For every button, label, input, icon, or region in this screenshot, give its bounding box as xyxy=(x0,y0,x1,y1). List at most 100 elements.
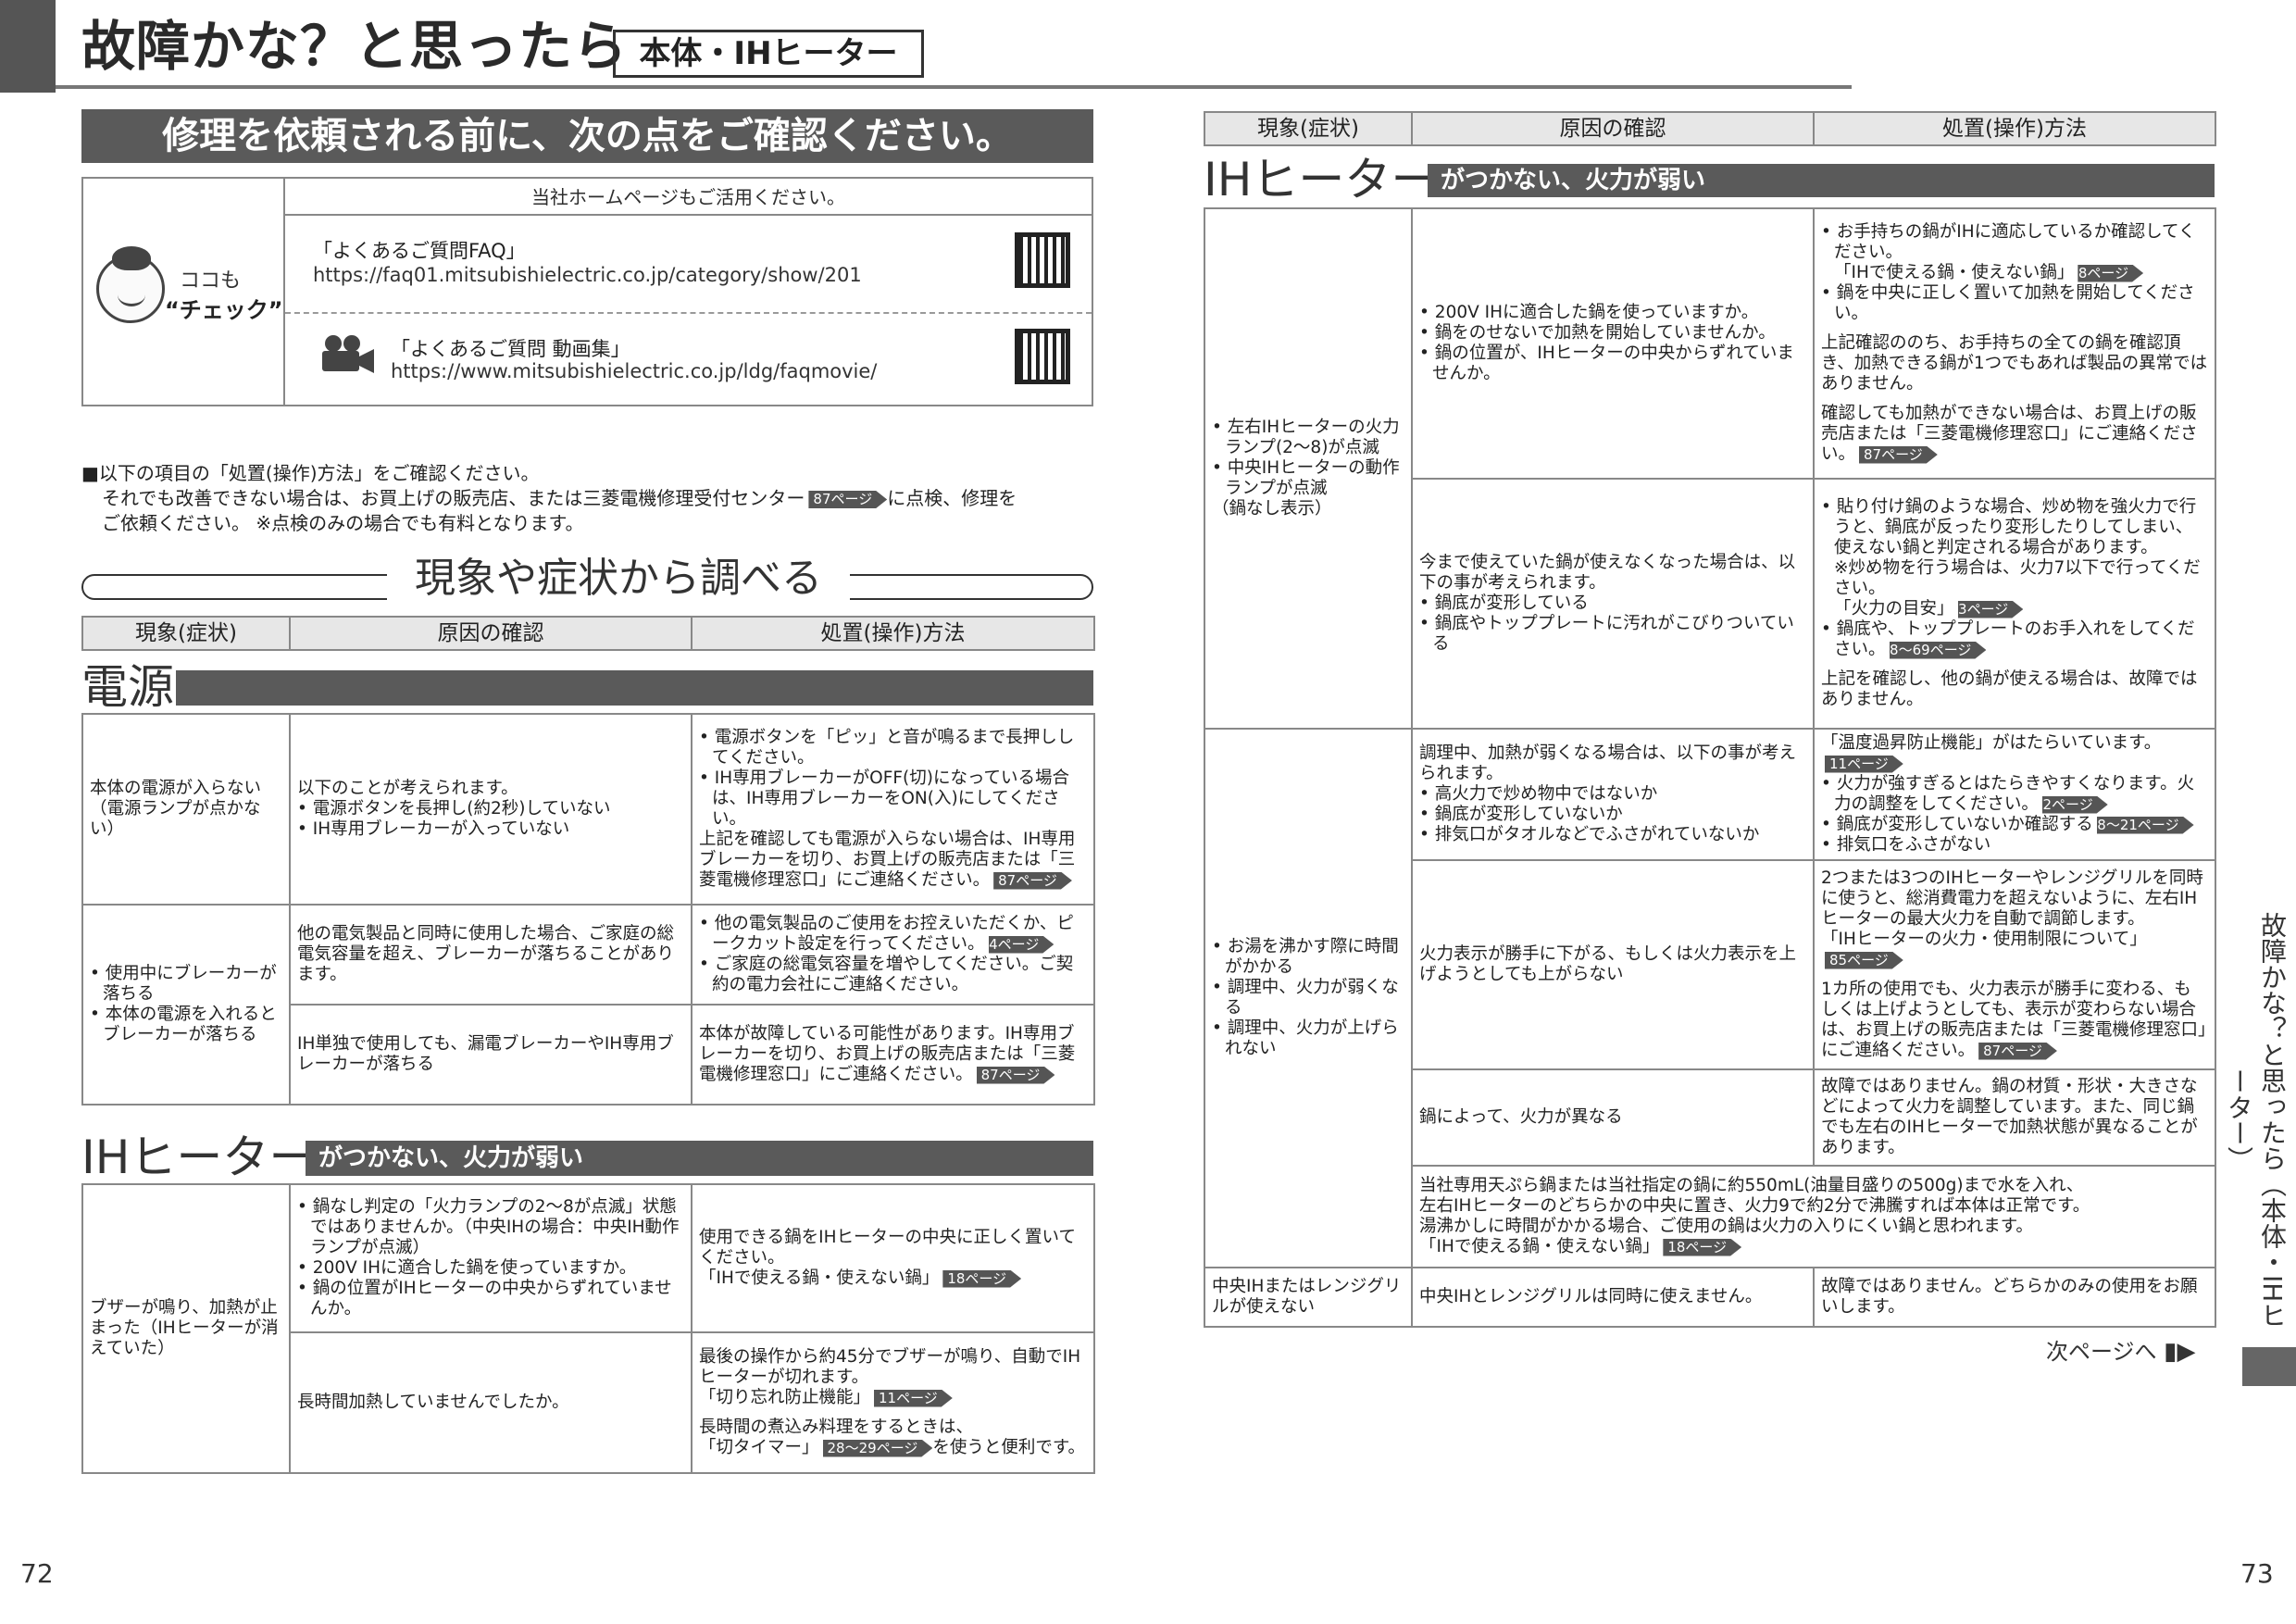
faq-url-link[interactable]: https://faq01.mitsubishielectric.co.jp/c… xyxy=(313,264,862,286)
action-text: 使用できる鍋をIHヒーターの中央に正しく置いてください。 xyxy=(699,1228,1076,1268)
symptom-item: • 使用中にブレーカーが落ちる xyxy=(90,964,277,1004)
movie-qr-code-icon xyxy=(1015,329,1070,384)
note-line: ご依頼ください。 ※点検のみの場合でも有料となります。 xyxy=(102,512,584,534)
symptom-cell: • 使用中にブレーカーが落ちる • 本体の電源を入れるとブレーカーが落ちる xyxy=(81,904,291,1106)
page-ref-badge[interactable]: 18ページ xyxy=(1663,1239,1741,1256)
page-ref-badge[interactable]: 87ページ xyxy=(993,872,1072,890)
symptom-cell: 本体の電源が入らない（電源ランプが点かない） xyxy=(81,713,291,906)
cause-cell: • 200V IHに適合した鍋を使っていますか。 • 鍋をのせないで加熱を開始し… xyxy=(1411,207,1815,480)
header-rule xyxy=(56,85,1852,89)
test-text: 当社専用天ぷら鍋または当社指定の鍋に約550mL(油量目盛りの500g)まで水を… xyxy=(1419,1176,2084,1195)
header-tab xyxy=(0,0,56,93)
page-ref-badge[interactable]: 68～69ページ xyxy=(1890,642,1987,659)
next-page-link[interactable]: 次ページへ ▮▶ xyxy=(2046,1333,2195,1366)
side-tab xyxy=(2242,1347,2296,1386)
cause-item: • 高火力で炒め物中ではないか xyxy=(1419,784,1658,804)
cause-item: • 鍋底が変形している xyxy=(1419,593,1589,613)
homepage-heading: 当社ホームページもご活用ください。 xyxy=(285,179,1092,216)
col-header-symptom: 現象(症状) xyxy=(81,616,291,651)
table-row: 中央IHまたはレンジグリルが使えない 中央IHとレンジグリルは同時に使えません。… xyxy=(1204,1267,2216,1328)
test-cell: 当社専用天ぷら鍋または当社指定の鍋に約550mL(油量目盛りの500g)まで水を… xyxy=(1411,1165,2216,1268)
page-ref-badge[interactable]: 64ページ xyxy=(989,936,1054,954)
page-ref-badge[interactable]: 11ページ xyxy=(1825,756,1903,773)
page-number-right: 73 xyxy=(2240,1558,2274,1589)
category-bar xyxy=(176,670,1093,706)
page-ref-badge[interactable]: 22ページ xyxy=(2042,796,2108,814)
page-ref-badge[interactable]: 11ページ xyxy=(874,1390,953,1407)
action-text: 上記確認ののち、お手持ちの全ての鍋を確認頂き、加熱できる鍋が1つでもあれば製品の… xyxy=(1821,333,2208,394)
page-title: 故障かな？と思ったら xyxy=(81,15,629,78)
action-text: 長時間の煮込み料理をするときは、 xyxy=(699,1418,974,1437)
action-item: • 鍋を中央に正しく置いて加熱を開始してください。 xyxy=(1821,283,2195,323)
action-cell: 最後の操作から約45分でブザーが鳴り、自動でIHヒーターが切れます。 「切り忘れ… xyxy=(691,1331,1095,1474)
cause-text: 以下のことが考えられます。 xyxy=(297,779,518,798)
page-ref-badge[interactable]: 18～21ページ xyxy=(2097,817,2194,834)
action-item: • 貼り付け鍋のような場合、炒め物を強火力で行うと、鍋底が反ったり変形したりして… xyxy=(1821,497,2201,618)
cause-item: • 鍋の位置がIHヒーターの中央からずれていませんか。 xyxy=(297,1279,672,1318)
action-cell: • 他の電気製品のご使用をお控えいただくか、ピークカット設定を行ってください。6… xyxy=(691,904,1095,1006)
page-ref-badge[interactable]: 85ページ xyxy=(1825,952,1903,969)
symptom-cell: • お湯を沸かす際に時間がかかる • 調理中、火力が弱くなる • 調理中、火力が… xyxy=(1204,728,1413,1268)
ih-right-table: • 左右IHヒーターの火力ランプ(2～8)が点滅 • 中央IHヒーターの動作ラン… xyxy=(1204,207,2216,1328)
mascot-check-label: “チェック” xyxy=(165,297,283,323)
action-cell: 2つまたは3つのIHヒーターやレンジグリルを同時に使うと、総消費電力を超えないよ… xyxy=(1813,859,2216,1070)
note-text: それでも改善できない場合は、お買上げの販売店、または三菱電機修理受付センター xyxy=(102,487,805,509)
page-ref-badge[interactable]: 28～29ページ xyxy=(823,1440,933,1457)
note-text: に点検、修理を xyxy=(887,487,1017,509)
page-ref-badge[interactable]: 18ページ xyxy=(942,1270,1021,1288)
action-item: • 他の電気製品のご使用をお控えいただくか、ピークカット設定を行ってください。6… xyxy=(699,914,1074,954)
page-ref-badge[interactable]: 87ページ xyxy=(808,491,887,508)
category-title-ih-right: IHヒーター xyxy=(1204,153,1438,206)
movie-url-link[interactable]: https://www.mitsubishielectric.co.jp/ldg… xyxy=(391,360,877,382)
col-header-action: 処置(操作)方法 xyxy=(691,616,1095,651)
note-line: ■以下の項目の「処置(操作)方法」をご確認ください。 xyxy=(81,462,540,484)
action-text: 上記を確認し、他の鍋が使える場合は、故障ではありません。 xyxy=(1821,669,2198,709)
action-text: 上記を確認しても電源が入らない場合は、IH専用ブレーカーを切り、お買上げの販売店… xyxy=(699,830,1076,890)
page-ref-badge[interactable]: 87ページ xyxy=(1859,446,1938,464)
cause-item: • 200V IHに適合した鍋を使っていますか。 xyxy=(1419,303,1759,322)
faq-title: 「よくあるご質問FAQ」 xyxy=(313,240,526,262)
cause-item: • 200V IHに適合した鍋を使っていますか。 xyxy=(297,1258,637,1278)
test-text: 湯沸かしに時間がかかる場合、ご使用の鍋は火力の入りにくい鍋と思われます。 xyxy=(1419,1217,2033,1236)
test-text: 「IHで使える鍋・使えない鍋」 18ページ xyxy=(1419,1237,2208,1257)
cause-item: • 排気口がタオルなどでふさがれていないか xyxy=(1419,825,1760,844)
action-cell: 「温度過昇防止機能」がはたらいています。11ページ • 火力が強すぎるとはたらき… xyxy=(1813,728,2216,861)
homepage-box: ココも “チェック” 当社ホームページもご活用ください。 「よくあるご質問FAQ… xyxy=(81,177,1093,406)
symptom-item: • 中央IHヒーターの動作ランプが点滅 xyxy=(1212,458,1400,498)
cause-text: 今まで使えていた鍋が使えなくなった場合は、以下の事が考えられます。 xyxy=(1419,553,1796,593)
divider xyxy=(285,312,1092,314)
symptom-item: • お湯を沸かす際に時間がかかる xyxy=(1212,937,1399,977)
action-item: • ご家庭の総電気容量を増やしてください。ご契約の電力会社にご連絡ください。 xyxy=(699,955,1074,994)
action-item: • IH専用ブレーカーがOFF(切)になっている場合は、IH専用ブレーカーをON… xyxy=(699,768,1070,829)
faq-qr-code-icon xyxy=(1015,232,1070,288)
action-text: 確認しても加熱ができない場合は、お買上げの販売店または「三菱電機修理窓口」にご連… xyxy=(1821,404,2198,464)
action-cell: • 貼り付け鍋のような場合、炒め物を強火力で行うと、鍋底が反ったり変形したりして… xyxy=(1813,478,2216,730)
link-text[interactable]: 「IHで使える鍋・使えない鍋」 xyxy=(699,1268,939,1288)
cause-cell: IH単独で使用しても、漏電ブレーカーやIH専用ブレーカーが落ちる xyxy=(289,1004,693,1106)
cause-item: • IH専用ブレーカーが入っていない xyxy=(297,819,570,839)
action-text: 「切り忘れ防止機能」 11ページ xyxy=(699,1388,1087,1408)
action-item: • 火力が強すぎるとはたらきやすくなります。火力の調整をしてください。22ページ xyxy=(1821,774,2195,814)
cause-cell: 鍋によって、火力が異なる xyxy=(1411,1068,1815,1167)
video-camera-icon xyxy=(322,335,374,373)
ih-left-table: ブザーが鳴り、加熱が止まった（IHヒーターが消えていた） • 鍋なし判定の「火力… xyxy=(81,1183,1095,1474)
page-ref-badge[interactable]: 87ページ xyxy=(1978,1043,2057,1060)
table-row: • 左右IHヒーターの火力ランプ(2～8)が点滅 • 中央IHヒーターの動作ラン… xyxy=(1204,207,2216,730)
table-row: 本体の電源が入らない（電源ランプが点かない） 以下のことが考えられます。 • 電… xyxy=(81,713,1095,906)
page-ref-badge[interactable]: 87ページ xyxy=(977,1067,1055,1084)
action-cell: 本体が故障している可能性があります。IH専用ブレーカーを切り、お買上げの販売店ま… xyxy=(691,1004,1095,1106)
mascot-label: ココも xyxy=(180,269,242,293)
symptom-item: • 調理中、火力が弱くなる xyxy=(1212,978,1399,1018)
symptom-text: （鍋なし表示） xyxy=(1212,499,1332,518)
arrow-right-icon: ▮▶ xyxy=(2164,1338,2196,1366)
page-ref-badge[interactable]: 18ページ xyxy=(2078,265,2143,282)
symptom-cell: • 左右IHヒーターの火力ランプ(2～8)が点滅 • 中央IHヒーターの動作ラン… xyxy=(1204,207,1413,730)
mascot-icon xyxy=(96,246,165,323)
table-row: • お湯を沸かす際に時間がかかる • 調理中、火力が弱くなる • 調理中、火力が… xyxy=(1204,728,2216,1268)
action-item: • 鍋底が変形していないか確認する18～21ページ xyxy=(1821,815,2208,835)
cause-text: 調理中、加熱が弱くなる場合は、以下の事が考えられます。 xyxy=(1419,743,1797,783)
cause-cell: 中央IHとレンジグリルは同時に使えません。 xyxy=(1411,1267,1815,1328)
action-cell: • お手持ちの鍋がIHに適応しているか確認してください。 「IHで使える鍋・使えな… xyxy=(1813,207,2216,480)
page-ref-badge[interactable]: 23ページ xyxy=(1958,601,2024,618)
category-title-ih: IHヒーター xyxy=(81,1131,316,1184)
